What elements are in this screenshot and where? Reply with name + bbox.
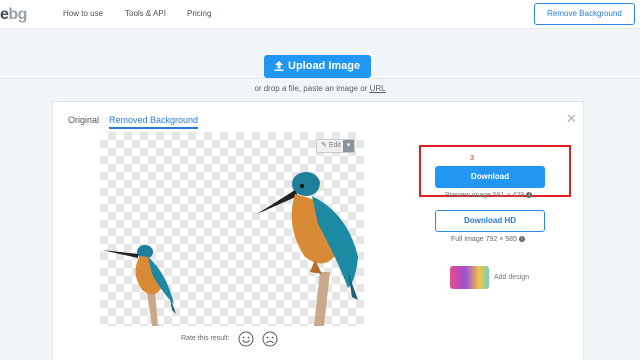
upload-icon (274, 61, 284, 71)
nav-how-to-use[interactable]: How to use (63, 9, 103, 18)
smile-icon[interactable] (238, 331, 254, 352)
rate-label: Rate this result: (181, 335, 230, 342)
full-size-info: Full Image 792 × 585 i (451, 236, 525, 243)
logo[interactable]: ebg (0, 6, 27, 24)
drop-hint: or drop a file, paste an image or URL (254, 84, 386, 93)
download-hd-button[interactable]: Download HD (435, 210, 545, 232)
edit-button[interactable]: ✎ Edit ▾ (316, 139, 355, 153)
pencil-icon: ✎ (321, 142, 327, 149)
url-link[interactable]: URL (370, 84, 386, 93)
nav-pricing[interactable]: Pricing (187, 9, 211, 18)
result-preview-image: ✎ Edit ▾ (100, 132, 364, 326)
upload-button-label: Upload Image (288, 60, 361, 72)
tab-removed-background[interactable]: Removed Background (109, 115, 199, 129)
preview-size-info: Preview image 581 × 429 i (445, 192, 533, 199)
result-card: Original Removed Background ✕ ✎ Edit ▾ R… (52, 101, 584, 360)
add-design-link[interactable]: Add design (494, 274, 529, 281)
chevron-down-icon[interactable]: ▾ (343, 140, 354, 152)
frown-icon[interactable] (262, 331, 278, 352)
close-icon[interactable]: ✕ (566, 111, 577, 127)
nav-tools-api[interactable]: Tools & API (125, 9, 166, 18)
tab-original[interactable]: Original (68, 115, 99, 125)
info-icon[interactable]: i (518, 236, 525, 243)
remove-background-button[interactable]: Remove Background (534, 3, 635, 25)
annotation-step-number: 3 (470, 155, 474, 162)
design-thumbnail[interactable] (450, 266, 489, 289)
download-button[interactable]: Download (435, 166, 545, 188)
upload-zone[interactable]: Upload Image or drop a file, paste an im… (0, 29, 640, 93)
info-icon[interactable]: i (526, 192, 533, 199)
upload-image-button[interactable]: Upload Image (264, 55, 371, 78)
top-nav-bar: ebg How to use Tools & API Pricing Remov… (0, 0, 640, 29)
kingfisher-birds-image (102, 172, 358, 326)
